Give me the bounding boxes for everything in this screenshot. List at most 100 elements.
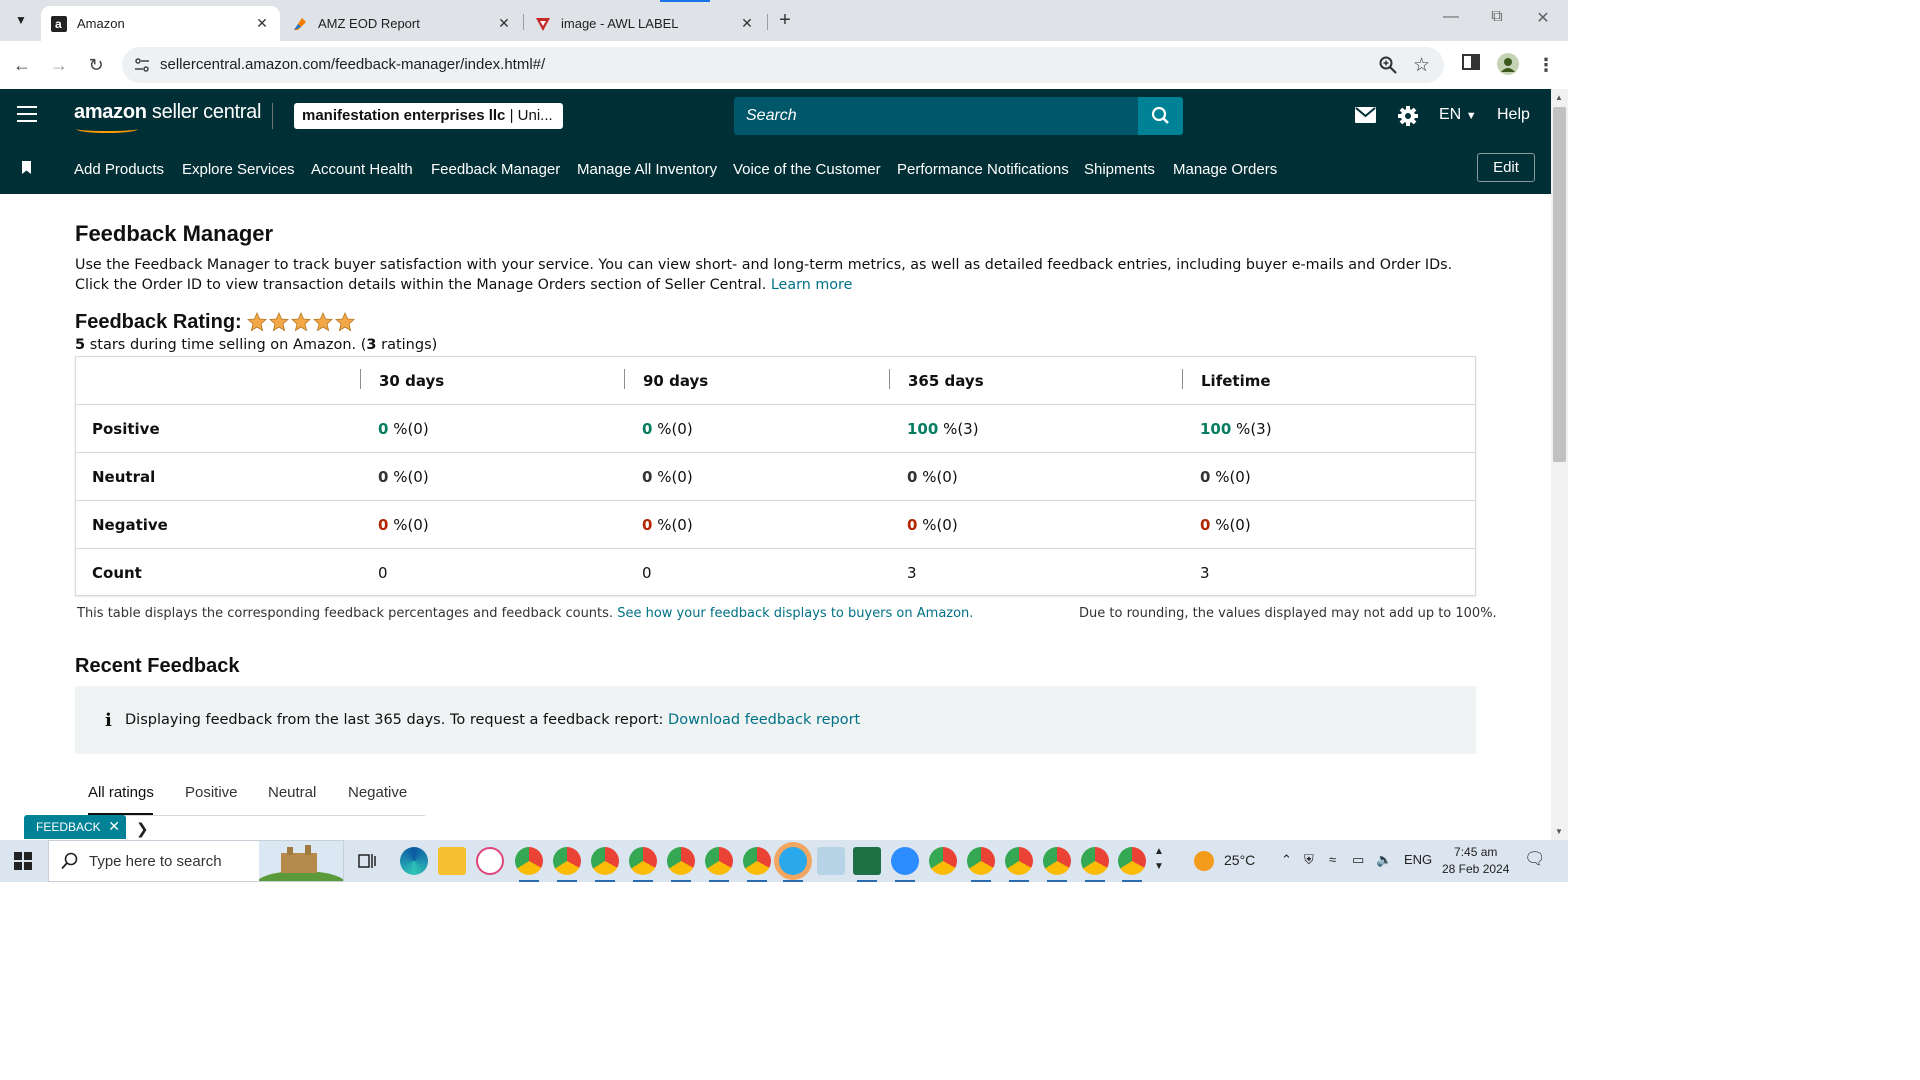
tab-awl-label[interactable]: image - AWL LABEL ✕ bbox=[525, 6, 765, 41]
nav-add-products[interactable]: Add Products bbox=[74, 161, 164, 178]
notifications-icon[interactable]: 🗨 bbox=[1524, 849, 1546, 869]
chevron-right-icon[interactable]: ❯ bbox=[136, 820, 149, 838]
nav-performance-notifications[interactable]: Performance Notifications bbox=[897, 161, 1069, 178]
system-clock[interactable]: 7:45 am 28 Feb 2024 bbox=[1442, 844, 1509, 878]
learn-more-link[interactable]: Learn more bbox=[771, 277, 853, 293]
scroll-down-icon[interactable]: ▼ bbox=[1555, 827, 1563, 836]
mail-icon[interactable] bbox=[1355, 107, 1376, 123]
chrome-profile-icon[interactable] bbox=[1118, 847, 1146, 882]
close-tab-icon[interactable]: ✕ bbox=[252, 15, 272, 32]
edge-app-icon[interactable] bbox=[400, 847, 428, 875]
file-explorer-icon[interactable] bbox=[438, 847, 466, 875]
help-link[interactable]: Help bbox=[1497, 106, 1530, 124]
search-button[interactable] bbox=[1138, 97, 1183, 135]
account-switcher[interactable]: manifestation enterprises llc | Uni... bbox=[294, 103, 563, 129]
scroll-up-icon[interactable]: ▲ bbox=[1555, 93, 1563, 102]
cell-value: 0 bbox=[1200, 468, 1211, 486]
tab-search-icon[interactable]: ▼ bbox=[10, 9, 32, 31]
back-icon[interactable]: ← bbox=[10, 53, 34, 77]
chrome-profile-icon[interactable] bbox=[1081, 847, 1109, 882]
scrollbar-thumb[interactable] bbox=[1553, 107, 1566, 462]
bookmark-star-icon[interactable]: ☆ bbox=[1413, 54, 1430, 77]
security-shield-icon[interactable]: ⛨ bbox=[1304, 852, 1314, 868]
side-panel-icon[interactable] bbox=[1459, 53, 1483, 77]
settings-gear-icon[interactable] bbox=[1397, 105, 1419, 127]
chrome-profile-icon[interactable] bbox=[629, 847, 657, 882]
input-language[interactable]: ENG bbox=[1404, 852, 1432, 867]
tab-amazon[interactable]: a Amazon ✕ bbox=[41, 6, 280, 41]
url-text[interactable]: sellercentral.amazon.com/feedback-manage… bbox=[160, 56, 545, 73]
site-info-icon[interactable] bbox=[134, 57, 150, 73]
nav-manage-all-inventory[interactable]: Manage All Inventory bbox=[577, 161, 717, 178]
chrome-profile-icon[interactable] bbox=[967, 847, 995, 882]
chrome-profile-icon[interactable] bbox=[1043, 847, 1071, 882]
logo-rest: seller central bbox=[146, 101, 262, 123]
nav-explore-services[interactable]: Explore Services bbox=[182, 161, 295, 178]
address-bar[interactable]: sellercentral.amazon.com/feedback-manage… bbox=[122, 47, 1444, 83]
temperature[interactable]: 25°C bbox=[1224, 852, 1255, 868]
new-tab-button[interactable]: + bbox=[774, 9, 796, 31]
rounding-note: Due to rounding, the values displayed ma… bbox=[1079, 606, 1497, 621]
nav-manage-orders[interactable]: Manage Orders bbox=[1173, 161, 1277, 178]
close-tab-icon[interactable]: ✕ bbox=[494, 15, 514, 32]
wifi-icon[interactable]: ≈ bbox=[1329, 852, 1336, 867]
nav-voice-of-customer[interactable]: Voice of the Customer bbox=[733, 161, 881, 178]
rating-count: 3 bbox=[366, 337, 377, 353]
chrome-app-icon[interactable] bbox=[929, 847, 957, 875]
chrome-profile-icon[interactable] bbox=[553, 847, 581, 882]
nav-feedback-manager[interactable]: Feedback Manager bbox=[431, 161, 560, 178]
menu-icon[interactable] bbox=[17, 106, 37, 122]
svg-text:a: a bbox=[55, 17, 62, 31]
chrome-profile-icon[interactable] bbox=[515, 847, 543, 882]
show-hidden-icons-icon[interactable]: ⌃ bbox=[1281, 852, 1292, 868]
tab-neutral[interactable]: Neutral bbox=[268, 784, 316, 801]
taskbar-search-input[interactable]: Type here to search bbox=[48, 840, 344, 882]
chrome-profile-icon[interactable] bbox=[591, 847, 619, 882]
edit-shortcuts-button[interactable]: Edit bbox=[1477, 153, 1535, 182]
tab-label: Amazon bbox=[77, 16, 125, 31]
taskbar-overflow-icon[interactable]: ▲ ▼ bbox=[1154, 844, 1164, 874]
restore-icon[interactable]: ⧉ bbox=[1482, 8, 1512, 26]
volume-icon[interactable]: 🔈 bbox=[1376, 852, 1392, 868]
excel-app-icon[interactable] bbox=[853, 847, 881, 882]
download-feedback-report-link[interactable]: Download feedback report bbox=[668, 712, 860, 728]
table-cell: 0 %(0) bbox=[642, 468, 693, 486]
profile-avatar-icon[interactable] bbox=[1496, 53, 1520, 77]
browser-menu-icon[interactable]: ⋮ bbox=[1534, 53, 1558, 77]
tab-positive[interactable]: Positive bbox=[185, 784, 238, 801]
star-icon bbox=[335, 312, 355, 332]
chrome-profile-icon[interactable] bbox=[1005, 847, 1033, 882]
feedback-widget-button[interactable]: FEEDBACK ✕ bbox=[24, 815, 126, 839]
zoom-icon[interactable] bbox=[1378, 55, 1398, 75]
task-view-icon[interactable] bbox=[358, 852, 376, 870]
search-input[interactable]: Search bbox=[734, 97, 1138, 135]
seller-central-logo[interactable]: amazon seller central bbox=[74, 101, 262, 133]
close-tab-icon[interactable]: ✕ bbox=[737, 15, 757, 32]
tab-all-ratings[interactable]: All ratings bbox=[88, 784, 154, 801]
nav-account-health[interactable]: Account Health bbox=[311, 161, 413, 178]
nav-shipments[interactable]: Shipments bbox=[1084, 161, 1155, 178]
chrome-profile-icon[interactable] bbox=[705, 847, 733, 882]
tab-amz-eod-report[interactable]: AMZ EOD Report ✕ bbox=[282, 6, 522, 41]
windows-start-icon[interactable] bbox=[14, 852, 32, 870]
reload-icon[interactable]: ↻ bbox=[84, 53, 108, 77]
close-icon[interactable]: ✕ bbox=[108, 818, 120, 835]
telegram-app-icon[interactable] bbox=[779, 847, 807, 882]
feedback-display-link[interactable]: See how your feedback displays to buyers… bbox=[617, 606, 973, 621]
chrome-profile-icon[interactable] bbox=[743, 847, 771, 882]
notes-app-icon[interactable] bbox=[817, 847, 845, 875]
tab-negative[interactable]: Negative bbox=[348, 784, 407, 801]
close-window-icon[interactable]: ✕ bbox=[1528, 8, 1558, 28]
minimize-icon[interactable]: — bbox=[1436, 8, 1466, 26]
table-cell: 3 bbox=[907, 564, 917, 582]
forward-icon[interactable]: → bbox=[47, 53, 71, 77]
battery-icon[interactable]: ▭ bbox=[1352, 852, 1364, 868]
zoom-app-icon[interactable] bbox=[891, 847, 919, 882]
snipping-tool-icon[interactable] bbox=[476, 847, 504, 875]
column-divider bbox=[889, 369, 890, 389]
chrome-profile-icon[interactable] bbox=[667, 847, 695, 882]
language-selector[interactable]: EN ▼ bbox=[1439, 106, 1477, 124]
bookmark-icon[interactable] bbox=[21, 161, 32, 175]
weather-icon[interactable] bbox=[1194, 851, 1214, 871]
page-scrollbar[interactable]: ▲ ▼ bbox=[1551, 89, 1568, 840]
